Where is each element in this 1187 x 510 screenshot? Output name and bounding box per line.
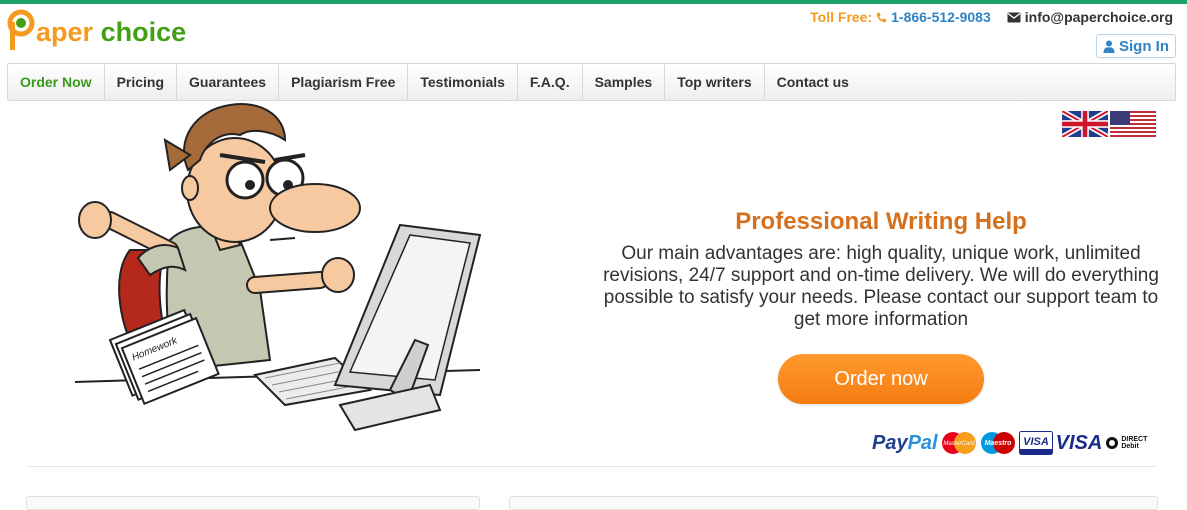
sign-in-button[interactable]: Sign In [1096, 34, 1176, 58]
maestro-icon: Maestro [980, 432, 1015, 454]
hero-title: Professional Writing Help [735, 208, 1027, 235]
email-address: info@paperchoice.org [1024, 9, 1173, 25]
us-flag-icon[interactable] [1110, 111, 1156, 137]
payment-methods: PayPal MasterCard Maestro VISA VISA DIRE… [872, 431, 1147, 455]
phone-icon [877, 12, 887, 22]
order-now-button[interactable]: Order now [778, 354, 984, 404]
nav-top-writers[interactable]: Top writers [665, 64, 765, 100]
logo-p-mark [6, 8, 38, 52]
svg-text:Maestro: Maestro [984, 440, 1012, 447]
logo[interactable]: aper choice [6, 8, 186, 52]
direct-debit-logo: DIRECT Debit [1105, 436, 1147, 450]
content-card-left [26, 496, 480, 510]
student-at-computer-illustration: Homework [74, 103, 482, 432]
direct-debit-icon [1106, 437, 1119, 449]
contact-bar: Toll Free: 1-866-512-9083 info@paperchoi… [810, 9, 1173, 25]
visa-electron-icon: VISA [1018, 431, 1053, 455]
logo-text-paper: aper [36, 17, 94, 47]
envelope-icon [1007, 12, 1021, 22]
content-card-right [509, 496, 1158, 510]
nav-samples[interactable]: Samples [583, 64, 666, 100]
mastercard-icon: MasterCard [941, 432, 976, 454]
paypal-logo: PayPal [872, 431, 938, 454]
language-flags [1062, 111, 1156, 137]
nav-contact-us[interactable]: Contact us [765, 64, 861, 100]
user-icon [1103, 40, 1115, 53]
main-nav: Order Now Pricing Guarantees Plagiarism … [7, 63, 1176, 101]
phone-number: 1-866-512-9083 [891, 9, 991, 25]
phone-link[interactable]: 1-866-512-9083 [876, 9, 991, 25]
nav-pricing[interactable]: Pricing [105, 64, 178, 100]
nav-testimonials[interactable]: Testimonials [408, 64, 518, 100]
nav-order-now[interactable]: Order Now [8, 64, 105, 100]
logo-text-choice: choice [100, 17, 187, 47]
email-link[interactable]: info@paperchoice.org [1007, 9, 1173, 25]
nav-faq[interactable]: F.A.Q. [518, 64, 583, 100]
nav-plagiarism-free[interactable]: Plagiarism Free [279, 64, 409, 100]
svg-text:VISA: VISA [1023, 436, 1049, 448]
hero-description: Our main advantages are: high quality, u… [603, 243, 1159, 330]
top-accent-bar [0, 0, 1187, 4]
toll-free-label: Toll Free: [810, 9, 873, 25]
nav-guarantees[interactable]: Guarantees [177, 64, 280, 100]
section-divider [26, 466, 1156, 467]
uk-flag-icon[interactable] [1062, 111, 1108, 137]
logo-text: aper choice [36, 18, 186, 46]
visa-logo: VISA [1055, 431, 1103, 454]
svg-text:MasterCard: MasterCard [943, 441, 975, 447]
sign-in-label: Sign In [1119, 37, 1169, 55]
